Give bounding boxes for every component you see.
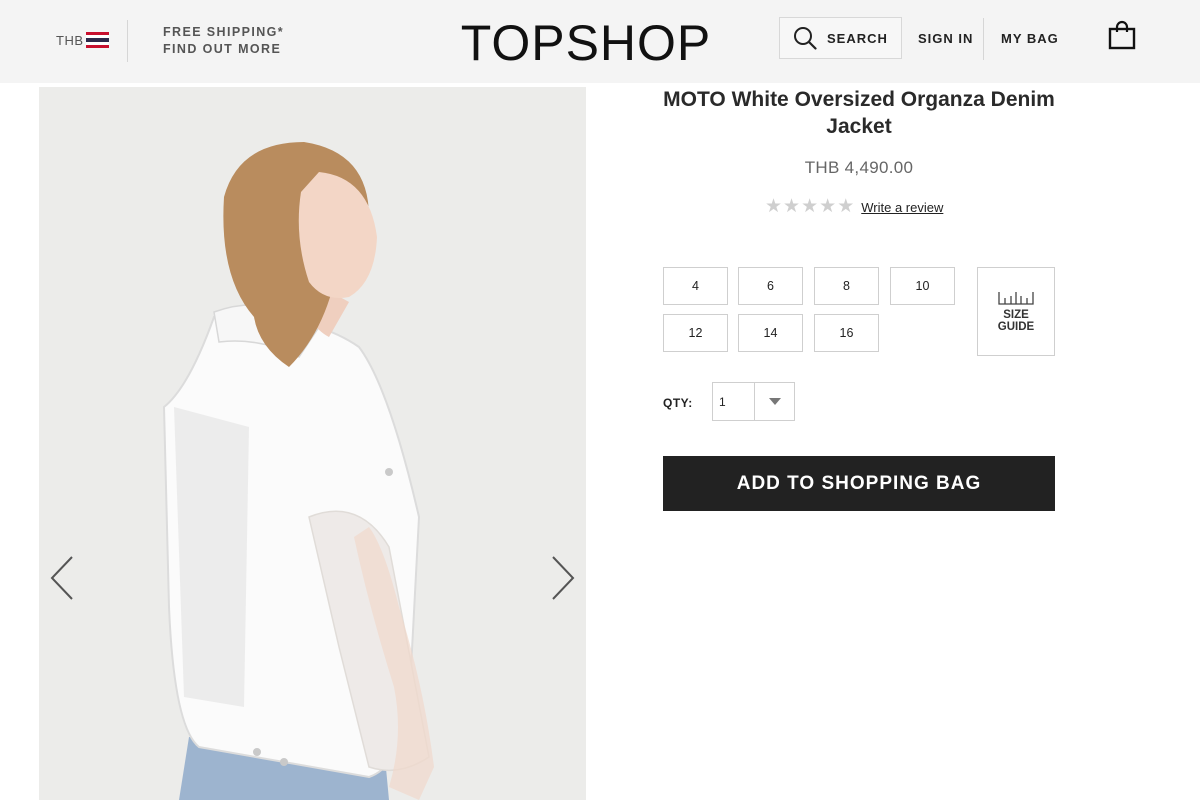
currency-selector[interactable]: THB [56,32,109,48]
star-icon[interactable]: ★ [801,197,818,217]
qty-label: QTY: [663,396,693,410]
star-icon[interactable]: ★ [819,197,836,217]
size-option-8[interactable]: 8 [814,267,879,305]
size-option-6[interactable]: 6 [738,267,803,305]
product-title: MOTO White Oversized Organza Denim Jacke… [663,88,1055,138]
product-image[interactable] [39,87,586,800]
size-option-4[interactable]: 4 [663,267,728,305]
free-shipping-promo[interactable]: FREE SHIPPING* FIND OUT MORE [163,24,284,58]
chevron-left-icon[interactable] [49,555,75,601]
search-button[interactable]: SEARCH [779,17,902,59]
size-option-12[interactable]: 12 [663,314,728,352]
size-guide-button[interactable]: SIZE GUIDE [977,267,1055,356]
model-jacket-photo [39,87,586,800]
shopping-bag-icon[interactable] [1108,20,1136,50]
topshop-logo[interactable]: TOPSHOP [456,14,716,72]
write-review-link[interactable]: Write a review [861,200,943,215]
star-icon[interactable]: ★ [837,197,854,217]
quantity-select[interactable]: 1 [712,382,795,421]
header-divider [983,18,984,60]
rating-row: ★ ★ ★ ★ ★ Write a review [765,197,943,217]
promo-line-2: FIND OUT MORE [163,42,282,56]
search-icon [794,27,817,50]
site-header: THB FREE SHIPPING* FIND OUT MORE TOPSHOP… [0,0,1200,83]
sign-in-link[interactable]: SIGN IN [918,31,973,46]
currency-code: THB [56,32,84,48]
promo-line-1: FREE SHIPPING* [163,25,285,39]
search-label: SEARCH [827,30,888,46]
quantity-value: 1 [713,383,755,420]
size-option-10[interactable]: 10 [890,267,955,305]
thailand-flag-icon [85,32,109,48]
star-icon[interactable]: ★ [765,197,782,217]
caret-down-icon[interactable] [755,383,794,420]
size-option-14[interactable]: 14 [738,314,803,352]
size-guide-label: SIZE GUIDE [997,308,1035,333]
product-price: THB 4,490.00 [804,158,914,177]
size-option-16[interactable]: 16 [814,314,879,352]
ruler-icon [998,291,1034,305]
header-divider [127,20,128,62]
chevron-right-icon[interactable] [550,555,576,601]
star-icon[interactable]: ★ [783,197,800,217]
add-to-bag-button[interactable]: ADD TO SHOPPING BAG [663,456,1055,511]
my-bag-link[interactable]: MY BAG [1001,31,1059,46]
